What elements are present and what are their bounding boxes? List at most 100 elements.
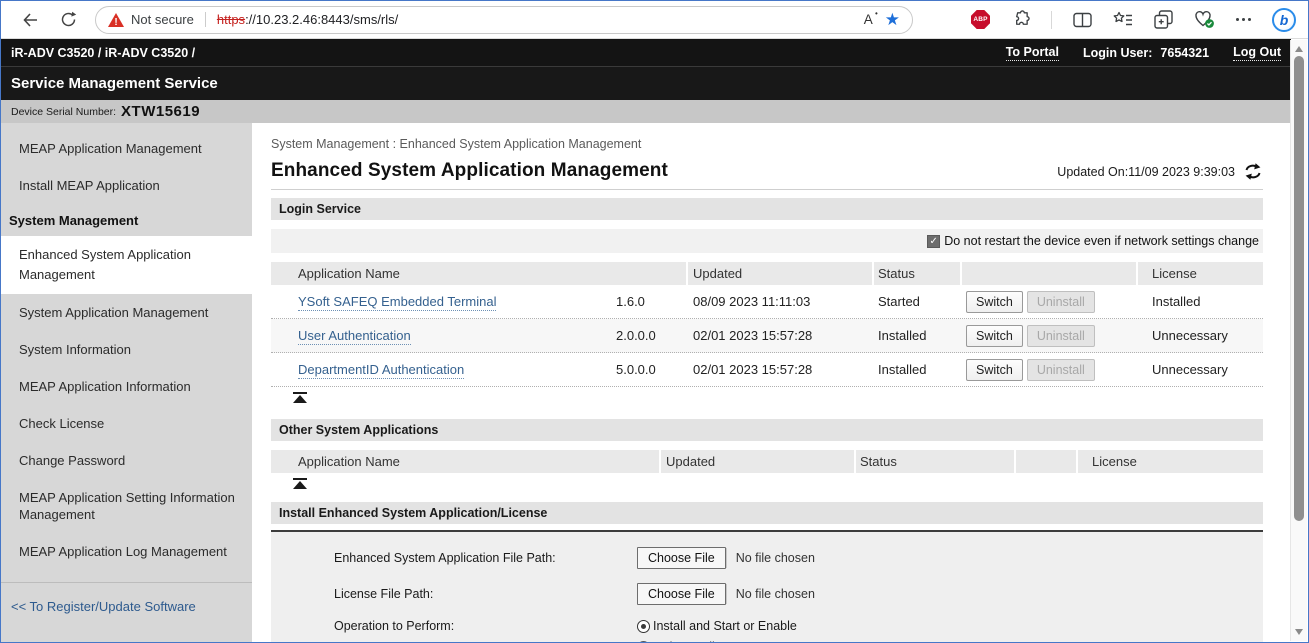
login-user-label: Login User: [1083,46,1152,60]
table-row: DepartmentID Authentication 5.0.0.0 02/0… [271,353,1263,387]
table-row: User Authentication 2.0.0.0 02/01 2023 1… [271,319,1263,353]
split-screen-icon[interactable] [1073,12,1092,28]
favorite-star-icon[interactable]: ★ [885,11,900,28]
sidebar-item-meap-application-management[interactable]: MEAP Application Management [1,130,252,167]
scroll-to-top-icon[interactable] [293,478,307,489]
column-application-name: Application Name [271,450,661,473]
browser-window: ! Not secure https://10.23.2.46:8443/sms… [0,0,1309,643]
serial-value: XTW15619 [121,103,200,120]
serial-label: Device Serial Number: [11,106,116,118]
app-link-user-authentication[interactable]: User Authentication [298,328,411,345]
sidebar-item-system-information[interactable]: System Information [1,331,252,368]
back-button[interactable] [15,5,45,35]
column-status: Status [874,262,962,285]
uninstall-button: Uninstall [1027,291,1095,313]
license-file-path-label: License File Path: [334,587,637,601]
column-license: License [1078,450,1263,473]
column-actions [1016,450,1078,473]
app-link-departmentid-authentication[interactable]: DepartmentID Authentication [298,362,464,379]
refresh-button[interactable] [53,5,83,35]
switch-button[interactable]: Switch [966,325,1023,347]
browser-essentials-icon[interactable] [1194,10,1215,29]
sidebar: MEAP Application Management Install MEAP… [1,123,252,642]
app-link-ysoft-safeq[interactable]: YSoft SAFEQ Embedded Terminal [298,294,496,311]
scrollbar-thumb[interactable] [1294,56,1304,521]
sidebar-item-install-meap-application[interactable]: Install MEAP Application [1,167,252,204]
app-license: Installed [1138,294,1263,309]
radio-install-and-start-label: Install and Start or Enable [653,619,797,633]
svg-text:!: ! [114,17,117,27]
sidebar-item-change-password[interactable]: Change Password [1,442,252,479]
choose-file-button-license[interactable]: Choose File [637,583,726,605]
updated-on-text: Updated On:11/09 2023 9:39:03 [1057,165,1235,179]
to-portal-link[interactable]: To Portal [1006,45,1059,61]
login-user-value: 7654321 [1160,46,1209,60]
sidebar-item-check-license[interactable]: Check License [1,405,252,442]
column-updated: Updated [661,450,856,473]
service-title: Service Management Service [11,75,218,92]
column-status: Status [856,450,1016,473]
breadcrumb: System Management : Enhanced System Appl… [271,137,1263,151]
other-apps-table-header: Application Name Updated Status License [271,450,1263,473]
login-service-heading: Login Service [271,198,1263,220]
collections-icon[interactable] [1113,11,1133,28]
url-text: https://10.23.2.46:8443/sms/rls/ [217,12,398,27]
app-status: Installed [874,362,962,377]
settings-more-icon[interactable] [1236,18,1251,21]
main-content: System Management : Enhanced System Appl… [252,123,1291,642]
tab-actions-icon[interactable] [1154,10,1173,29]
adblock-abp-icon[interactable]: ABP [971,10,990,29]
service-title-bar: Service Management Service [1,66,1291,100]
to-register-update-software-link[interactable]: << To Register/Update Software [1,583,252,624]
other-system-applications-heading: Other System Applications [271,419,1263,441]
do-not-restart-checkbox[interactable] [927,235,940,248]
app-updated: 08/09 2023 11:11:03 [688,294,874,309]
switch-button[interactable]: Switch [966,291,1023,313]
choose-file-button-application[interactable]: Choose File [637,547,726,569]
title-divider [271,189,1263,190]
read-aloud-icon[interactable]: A [864,12,873,27]
app-updated: 02/01 2023 15:57:28 [688,328,874,343]
login-user: Login User: 7654321 [1083,46,1209,60]
copilot-bing-icon[interactable]: b [1272,8,1296,32]
not-secure-warning-icon: ! [108,13,124,27]
login-service-table-header: Application Name Updated Status License [271,262,1263,285]
app-license: Unnecessary [1138,362,1263,377]
sidebar-item-meap-application-information[interactable]: MEAP Application Information [1,368,252,405]
page-scrollbar[interactable] [1290,40,1307,641]
sidebar-item-meap-application-log-management[interactable]: MEAP Application Log Management [1,533,252,570]
security-label: Not secure [131,12,194,27]
divider [205,12,206,27]
refresh-icon [60,11,77,28]
device-header: iR-ADV C3520 / iR-ADV C3520 / To Portal … [1,39,1291,66]
column-updated: Updated [688,262,874,285]
sidebar-item-system-application-management[interactable]: System Application Management [1,294,252,331]
radio-install-and-start[interactable] [637,620,650,633]
table-row: YSoft SAFEQ Embedded Terminal 1.6.0 08/0… [271,285,1263,319]
app-version: 1.6.0 [616,294,688,309]
app-file-path-label: Enhanced System Application File Path: [334,551,637,565]
url-scheme: https [217,12,245,27]
radio-only-install[interactable] [637,641,650,643]
uninstall-button: Uninstall [1027,359,1095,381]
serial-bar: Device Serial Number: XTW15619 [1,100,1291,123]
back-icon [21,11,39,29]
operation-to-perform-label: Operation to Perform: [334,619,637,633]
switch-button[interactable]: Switch [966,359,1023,381]
sidebar-item-enhanced-system-application-management[interactable]: Enhanced System Application Management [1,236,252,294]
file-status: No file chosen [726,584,815,604]
scrollbar-down-arrow[interactable] [1295,629,1303,635]
extensions-icon[interactable] [1011,10,1030,29]
toolbar-divider [1051,11,1052,29]
toolbar-icon-strip: ABP b [971,8,1300,32]
address-bar[interactable]: ! Not secure https://10.23.2.46:8443/sms… [95,6,913,34]
refresh-page-icon[interactable] [1243,163,1263,180]
app-version: 5.0.0.0 [616,362,688,377]
sidebar-item-meap-application-setting-information-management[interactable]: MEAP Application Setting Information Man… [1,479,252,533]
page-title: Enhanced System Application Management [271,160,668,182]
app-updated: 02/01 2023 15:57:28 [688,362,874,377]
install-section-heading: Install Enhanced System Application/Lice… [271,502,1263,524]
logout-link[interactable]: Log Out [1233,45,1281,61]
scroll-to-top-icon[interactable] [293,392,307,403]
scrollbar-up-arrow[interactable] [1295,46,1303,52]
